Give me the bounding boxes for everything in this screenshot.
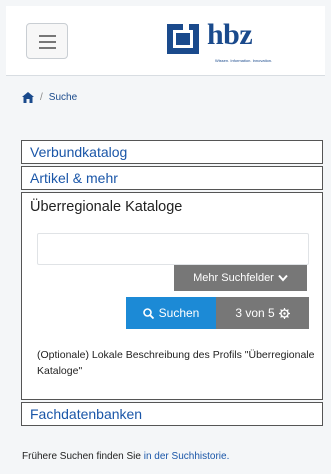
home-icon[interactable] [22, 92, 34, 103]
breadcrumb-current: Suche [48, 92, 78, 103]
logo-text: hbz [207, 18, 253, 51]
panel-verbundkatalog[interactable]: Verbundkatalog [21, 140, 323, 164]
breadcrumb-separator: / [40, 92, 43, 103]
gear-icon [278, 307, 290, 319]
panel-fachdatenbanken[interactable]: Fachdatenbanken [21, 402, 323, 426]
search-input[interactable] [37, 233, 309, 265]
hbz-logo[interactable]: hbz Wissen. Information. Innovation. [161, 18, 321, 68]
panel-title[interactable]: Überregionale Kataloge [22, 193, 322, 227]
search-icon [142, 307, 154, 319]
chevron-down-icon [278, 274, 288, 282]
catalog-count-settings-button[interactable]: 3 von 5 [216, 297, 309, 329]
profile-description: (Optionale) Lokale Beschreibung des Prof… [37, 349, 315, 377]
panel-artikel-mehr[interactable]: Artikel & mehr [21, 166, 323, 190]
search-history-note: Frühere Suchen finden Sie in der Suchhis… [22, 451, 229, 462]
panel-body: Mehr Suchfelder Suchen 3 von 5 (Optional… [22, 227, 322, 399]
catalog-count: 3 von 5 [235, 306, 275, 320]
more-search-fields-button[interactable]: Mehr Suchfelder [174, 265, 307, 291]
site-header: hbz Wissen. Information. Innovation. [6, 6, 325, 76]
logo-tagline: Wissen. Information. Innovation. [215, 58, 273, 63]
search-history-link[interactable]: in der Suchhistorie. [144, 451, 230, 462]
breadcrumb: / Suche [22, 92, 77, 103]
hbz-logo-icon [167, 24, 199, 54]
menu-toggle-button[interactable] [26, 23, 68, 59]
catalog-panels: Verbundkatalog Artikel & mehr Überregion… [21, 140, 323, 428]
search-button-label: Suchen [158, 306, 200, 320]
panel-ueberregionale-kataloge: Überregionale Kataloge Mehr Suchfelder S… [21, 192, 323, 400]
hamburger-icon [39, 35, 56, 37]
more-fields-label: Mehr Suchfelder [193, 272, 274, 284]
page-frame: hbz Wissen. Information. Innovation. / S… [0, 0, 331, 474]
search-button[interactable]: Suchen [126, 297, 216, 329]
search-history-text: Frühere Suchen finden Sie [22, 451, 141, 462]
